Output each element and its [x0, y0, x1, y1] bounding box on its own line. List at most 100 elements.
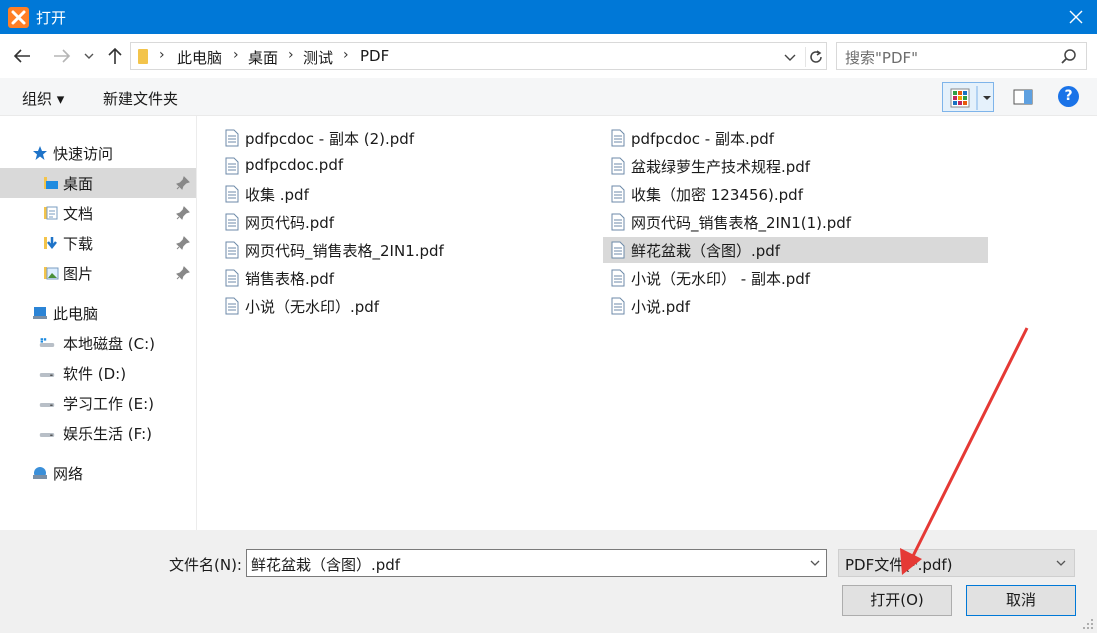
recent-locations-button[interactable]	[80, 44, 98, 68]
search-placeholder: 搜索"PDF"	[845, 49, 919, 67]
chevron-down-icon	[1056, 560, 1066, 566]
pin-icon	[176, 176, 190, 190]
file-item[interactable]: 收集 .pdf	[221, 181, 601, 207]
command-bar: 组织 ▾ 新建文件夹 ?	[0, 78, 1097, 116]
chevron-down-icon	[84, 53, 94, 59]
sidebar-item-drive-c[interactable]: 本地磁盘 (C:)	[0, 328, 196, 358]
organize-menu[interactable]: 组织 ▾	[22, 88, 64, 109]
sidebar-item-downloads[interactable]: 下载	[0, 228, 196, 258]
refresh-button[interactable]	[805, 47, 825, 67]
filename-value: 鲜花盆栽（含图）.pdf	[251, 556, 401, 574]
file-item[interactable]: 销售表格.pdf	[221, 265, 601, 291]
filename-input[interactable]: 鲜花盆栽（含图）.pdf	[246, 549, 827, 577]
chevron-right-icon: ›	[233, 47, 239, 63]
sidebar-item-label: 娱乐生活 (F:)	[63, 425, 152, 443]
file-name: pdfpcdoc - 副本.pdf	[631, 130, 775, 148]
file-item[interactable]: 网页代码_销售表格_2IN1.pdf	[221, 237, 601, 263]
file-item[interactable]: pdfpcdoc - 副本 (2).pdf	[221, 125, 601, 151]
filetype-select[interactable]: PDF文件(*.pdf)	[838, 549, 1075, 577]
help-button[interactable]: ?	[1058, 86, 1079, 107]
breadcrumb-desktop[interactable]: 桌面	[248, 47, 278, 68]
navigation-pane: 快速访问 桌面 文档 下载 图片 此电脑 本地磁盘 (C:) 软件 (D:) 学…	[0, 116, 197, 530]
folder-icon	[138, 49, 148, 64]
chevron-down-icon	[784, 54, 796, 61]
close-button[interactable]	[1063, 4, 1089, 30]
breadcrumb-test[interactable]: 测试	[303, 47, 333, 68]
file-item-selected[interactable]: 鲜花盆栽（含图）.pdf	[603, 237, 988, 263]
document-icon	[225, 269, 239, 287]
sidebar-item-label: 下载	[63, 235, 94, 253]
file-name: 盆栽绿萝生产技术规程.pdf	[631, 158, 811, 176]
back-button[interactable]	[10, 44, 34, 68]
file-item[interactable]: 小说.pdf	[607, 293, 987, 319]
document-icon	[611, 241, 625, 259]
search-input[interactable]: 搜索"PDF"	[836, 42, 1087, 70]
document-icon	[611, 129, 625, 147]
window-title: 打开	[36, 9, 67, 27]
sidebar-item-pictures[interactable]: 图片	[0, 258, 196, 288]
up-button[interactable]	[103, 44, 127, 68]
pin-icon	[176, 266, 190, 280]
star-icon	[33, 146, 47, 160]
close-icon	[1069, 10, 1083, 24]
file-name: 小说（无水印）.pdf	[245, 298, 380, 316]
file-item[interactable]: 收集（加密 123456).pdf	[607, 181, 987, 207]
sidebar-item-quick-access[interactable]: 快速访问	[0, 138, 196, 168]
file-name: 收集 .pdf	[245, 186, 309, 204]
drive-icon	[39, 403, 55, 407]
document-icon	[225, 213, 239, 231]
file-name: 小说.pdf	[631, 298, 691, 316]
sidebar-item-network[interactable]: 网络	[0, 458, 196, 488]
sidebar-item-label: 文档	[63, 205, 94, 223]
file-item[interactable]: pdfpcdoc - 副本.pdf	[607, 125, 987, 151]
computer-icon	[33, 307, 47, 319]
forward-arrow-icon	[54, 49, 71, 63]
file-item[interactable]: 网页代码_销售表格_2IN1(1).pdf	[607, 209, 987, 235]
preview-pane-button[interactable]	[1012, 86, 1034, 108]
file-item[interactable]: pdfpcdoc.pdf	[221, 153, 601, 179]
documents-folder-icon	[44, 206, 58, 220]
sidebar-item-documents[interactable]: 文档	[0, 198, 196, 228]
file-name: 鲜花盆栽（含图）.pdf	[631, 242, 781, 260]
address-bar[interactable]: › 此电脑 › 桌面 › 测试 › PDF	[130, 42, 827, 70]
up-arrow-icon	[108, 47, 122, 64]
preview-pane-icon	[1013, 89, 1033, 105]
file-item[interactable]: 网页代码.pdf	[221, 209, 601, 235]
sidebar-item-label: 此电脑	[53, 305, 99, 323]
breadcrumb-pdf[interactable]: PDF	[360, 47, 389, 65]
sidebar-item-label: 快速访问	[53, 145, 114, 163]
file-item[interactable]: 小说（无水印）.pdf	[221, 293, 601, 319]
sidebar-item-label: 图片	[63, 265, 94, 283]
breadcrumb-this-pc[interactable]: 此电脑	[177, 47, 222, 68]
document-icon	[611, 213, 625, 231]
dialog-footer: 文件名(N): 鲜花盆栽（含图）.pdf PDF文件(*.pdf) 打开(O) …	[0, 530, 1097, 633]
file-name: 收集（加密 123456).pdf	[631, 186, 803, 204]
drive-icon	[39, 373, 55, 377]
sidebar-item-drive-d[interactable]: 软件 (D:)	[0, 358, 196, 388]
file-item[interactable]: 小说（无水印） - 副本.pdf	[607, 265, 987, 291]
document-icon	[225, 297, 239, 315]
pin-icon	[176, 206, 190, 220]
new-folder-button[interactable]: 新建文件夹	[103, 88, 178, 109]
file-list: pdfpcdoc - 副本 (2).pdf pdfpcdoc.pdf 收集 .p…	[197, 116, 1097, 530]
resize-grip-icon[interactable]	[1082, 618, 1094, 630]
file-name: 网页代码_销售表格_2IN1(1).pdf	[631, 214, 852, 232]
document-icon	[611, 185, 625, 203]
change-view-button[interactable]	[942, 82, 994, 112]
sidebar-item-drive-f[interactable]: 娱乐生活 (F:)	[0, 418, 196, 448]
refresh-icon	[810, 50, 822, 63]
file-item[interactable]: 盆栽绿萝生产技术规程.pdf	[607, 153, 987, 179]
sidebar-item-drive-e[interactable]: 学习工作 (E:)	[0, 388, 196, 418]
sidebar-item-this-pc[interactable]: 此电脑	[0, 298, 196, 328]
cancel-button[interactable]: 取消	[966, 585, 1076, 616]
pin-icon	[176, 236, 190, 250]
file-name: pdfpcdoc - 副本 (2).pdf	[245, 130, 415, 148]
filename-label: 文件名(N):	[169, 556, 242, 574]
open-button[interactable]: 打开(O)	[842, 585, 952, 616]
file-name: 网页代码.pdf	[245, 214, 335, 232]
sidebar-item-desktop[interactable]: 桌面	[0, 168, 196, 198]
pictures-folder-icon	[44, 267, 59, 280]
address-history-button[interactable]	[781, 48, 799, 66]
network-icon	[33, 467, 47, 479]
forward-button[interactable]	[50, 44, 74, 68]
